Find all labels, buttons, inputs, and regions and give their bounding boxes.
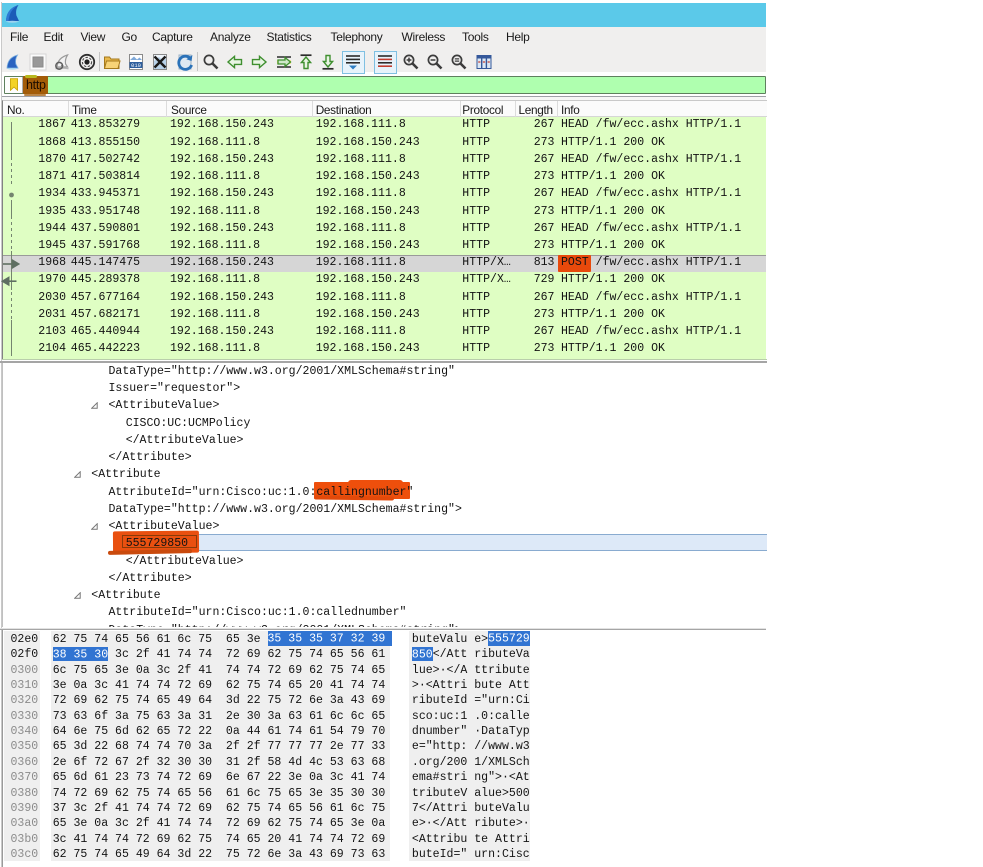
svg-text:010: 010	[131, 62, 141, 69]
